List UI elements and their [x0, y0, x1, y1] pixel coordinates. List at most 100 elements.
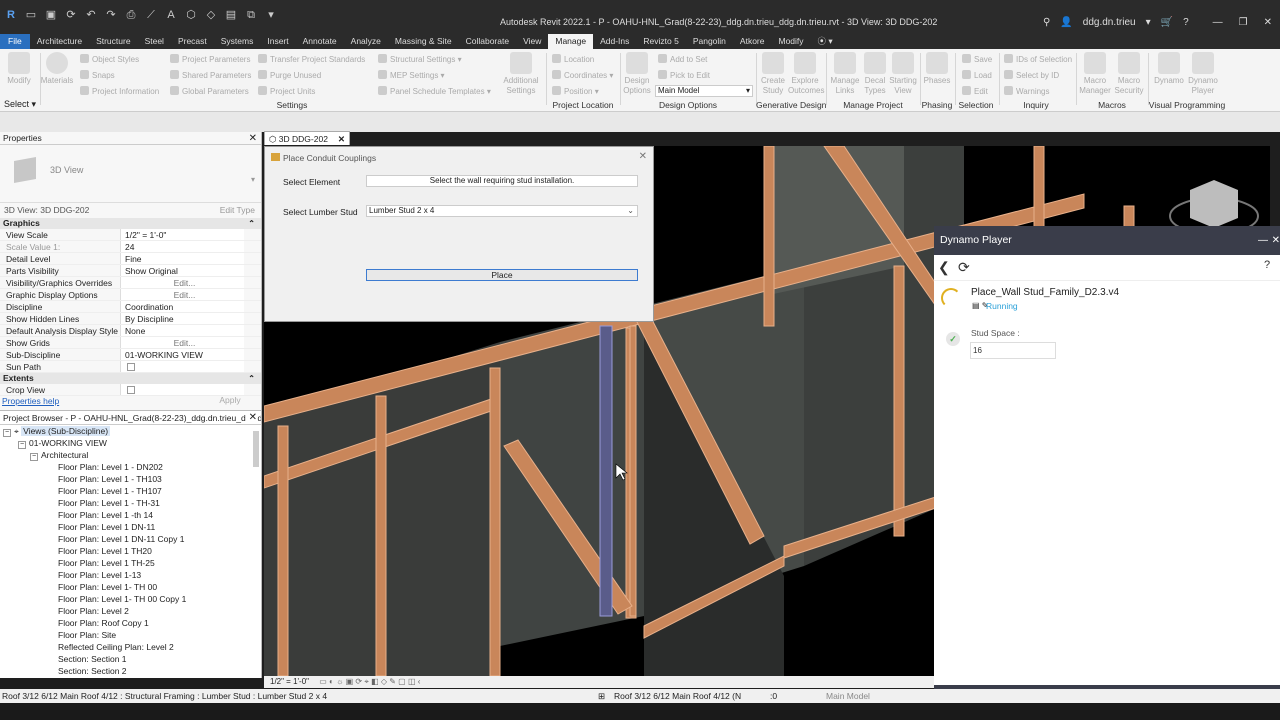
- edit-type-button[interactable]: Edit Type: [220, 205, 255, 215]
- view-scale[interactable]: 1/2" = 1'-0": [270, 677, 309, 686]
- browser-scrollbar[interactable]: [253, 431, 259, 467]
- close-icon[interactable]: ✕: [249, 132, 257, 145]
- modify-button[interactable]: Modify: [2, 52, 36, 86]
- tab-architecture[interactable]: Architecture: [30, 34, 89, 49]
- selected-stud[interactable]: [599, 325, 613, 617]
- 3d-view-icon[interactable]: ⬡: [184, 8, 198, 22]
- property-group-header[interactable]: Graphics ⌃: [0, 218, 261, 229]
- browser-view-item[interactable]: Floor Plan: Level 1 - TH103: [0, 473, 261, 485]
- sync-icon[interactable]: ⟳: [64, 8, 78, 22]
- active-workset[interactable]: Roof 3/12 6/12 Main Roof 4/12 (N: [614, 689, 741, 703]
- property-value[interactable]: None: [120, 325, 244, 336]
- property-value[interactable]: 01-WORKING VIEW: [120, 349, 244, 360]
- print-icon[interactable]: ⎙: [124, 8, 138, 22]
- close-icon[interactable]: ✕: [1272, 226, 1280, 255]
- checkbox[interactable]: [127, 386, 135, 394]
- browser-view-item[interactable]: Reflected Ceiling Plan: Level 2: [0, 641, 261, 653]
- browser-view-item[interactable]: Floor Plan: Level 1 TH20: [0, 545, 261, 557]
- select-dropdown[interactable]: Select ▾: [4, 99, 36, 110]
- redo-icon[interactable]: ↷: [104, 8, 118, 22]
- tree-root[interactable]: − ⌖ Views (Sub-Discipline): [0, 425, 261, 437]
- tab-view[interactable]: View: [516, 34, 548, 49]
- browser-view-item[interactable]: Floor Plan: Level 1 DN-11 Copy 1: [0, 533, 261, 545]
- tab-revizto[interactable]: Revizto 5: [636, 34, 685, 49]
- property-value[interactable]: Edit...: [120, 337, 244, 348]
- tree-subdiscipline[interactable]: −01-WORKING VIEW: [0, 437, 261, 449]
- minimize-icon[interactable]: —: [1213, 17, 1223, 28]
- browser-view-item[interactable]: Floor Plan: Level 1 TH-25: [0, 557, 261, 569]
- browser-view-item[interactable]: Floor Plan: Level 1-13: [0, 569, 261, 581]
- browser-view-item[interactable]: Section: Section 2: [0, 665, 261, 677]
- instance-selector[interactable]: 3D View: 3D DDG-202: [4, 205, 89, 215]
- place-button[interactable]: Place: [366, 269, 638, 281]
- property-value[interactable]: Edit...: [120, 277, 244, 288]
- ribbon-options-icon[interactable]: ⦿ ▾: [811, 34, 840, 49]
- revit-logo-icon[interactable]: R: [4, 8, 18, 22]
- apply-button[interactable]: Apply: [210, 395, 250, 407]
- restore-icon[interactable]: ❐: [1239, 17, 1248, 28]
- collapse-icon[interactable]: ⌃: [248, 218, 255, 229]
- browser-view-item[interactable]: Floor Plan: Level 1 - TH107: [0, 485, 261, 497]
- tab-analyze[interactable]: Analyze: [344, 34, 388, 49]
- refresh-icon[interactable]: ⟳: [958, 259, 970, 276]
- tab-annotate[interactable]: Annotate: [296, 34, 344, 49]
- user-name[interactable]: ddg.dn.trieu: [1083, 17, 1136, 28]
- browser-view-item[interactable]: Floor Plan: Roof Copy 1: [0, 617, 261, 629]
- browser-view-item[interactable]: Floor Plan: Site: [0, 629, 261, 641]
- tab-precast[interactable]: Precast: [171, 34, 214, 49]
- view-controls-icons[interactable]: ▭ ◐ ☼ ▣ ⟳ ⌖ ◧ ◇ ✎ ▢ ◫ ‹: [319, 677, 420, 686]
- property-checkbox[interactable]: [120, 361, 244, 372]
- tab-massing-site[interactable]: Massing & Site: [388, 34, 459, 49]
- browser-view-item[interactable]: Floor Plan: Level 2: [0, 605, 261, 617]
- chevron-down-icon[interactable]: ▾: [1146, 17, 1151, 28]
- open-icon[interactable]: ▭: [24, 8, 38, 22]
- property-group-header[interactable]: Extents ⌃: [0, 373, 261, 384]
- customize-icon[interactable]: ▾: [264, 8, 278, 22]
- property-value[interactable]: Show Original: [120, 265, 244, 276]
- tab-structure[interactable]: Structure: [89, 34, 138, 49]
- help-icon[interactable]: ?: [1264, 259, 1270, 271]
- text-icon[interactable]: A: [164, 8, 178, 22]
- switch-windows-icon[interactable]: ⧉: [244, 8, 258, 22]
- type-selector[interactable]: 3D View ▾: [0, 145, 261, 203]
- tab-manage[interactable]: Manage: [548, 34, 594, 49]
- properties-help-link[interactable]: Properties help: [2, 396, 59, 406]
- save-icon[interactable]: ▣: [44, 8, 58, 22]
- tab-insert[interactable]: Insert: [260, 34, 295, 49]
- checkbox[interactable]: [127, 363, 135, 371]
- back-icon[interactable]: ❮: [938, 259, 950, 276]
- close-icon[interactable]: ✕: [245, 411, 257, 424]
- property-value[interactable]: 1/2" = 1'-0": [120, 229, 244, 240]
- browser-view-item[interactable]: Floor Plan: Level 1- TH 00: [0, 581, 261, 593]
- browser-view-item[interactable]: Floor Plan: Level 1 DN-11: [0, 521, 261, 533]
- design-option-status[interactable]: Main Model: [826, 689, 870, 703]
- view-tab[interactable]: ⬡ 3D DDG-202 ✕: [264, 131, 350, 145]
- tab-file[interactable]: File: [0, 34, 30, 49]
- property-value[interactable]: Edit...: [120, 289, 244, 300]
- close-icon[interactable]: ✕: [338, 132, 345, 146]
- tab-systems[interactable]: Systems: [214, 34, 261, 49]
- browser-view-item[interactable]: Floor Plan: Level 1 - DN202: [0, 461, 261, 473]
- minimize-icon[interactable]: —: [1258, 226, 1268, 255]
- lumber-stud-select[interactable]: Lumber Stud 2 x 4 ⌄: [366, 205, 638, 217]
- browser-view-item[interactable]: Section: Section 1: [0, 653, 261, 665]
- collapse-icon[interactable]: ⌃: [248, 373, 255, 384]
- tab-add-ins[interactable]: Add-Ins: [593, 34, 636, 49]
- property-value[interactable]: Coordination: [120, 301, 244, 312]
- undo-icon[interactable]: ↶: [84, 8, 98, 22]
- tree-folder-architectural[interactable]: − Architectural: [0, 449, 261, 461]
- section-icon[interactable]: ◇: [204, 8, 218, 22]
- stud-space-input[interactable]: 16: [970, 342, 1056, 359]
- browser-view-item[interactable]: Floor Plan: Level 1- TH 00 Copy 1: [0, 593, 261, 605]
- tab-pangolin[interactable]: Pangolin: [686, 34, 733, 49]
- measure-icon[interactable]: ⟋: [144, 8, 158, 22]
- close-hidden-icon[interactable]: ▤: [224, 8, 238, 22]
- tab-collaborate[interactable]: Collaborate: [459, 34, 516, 49]
- close-icon[interactable]: ✕: [1264, 17, 1272, 28]
- binoculars-icon[interactable]: ⚲: [1043, 17, 1050, 28]
- browser-view-item[interactable]: Floor Plan: Level 1 - TH-31: [0, 497, 261, 509]
- tab-steel[interactable]: Steel: [138, 34, 171, 49]
- browser-view-item[interactable]: Floor Plan: Level 1 -th 14: [0, 509, 261, 521]
- cart-icon[interactable]: 🛒: [1161, 17, 1173, 28]
- property-value[interactable]: 24: [120, 241, 244, 252]
